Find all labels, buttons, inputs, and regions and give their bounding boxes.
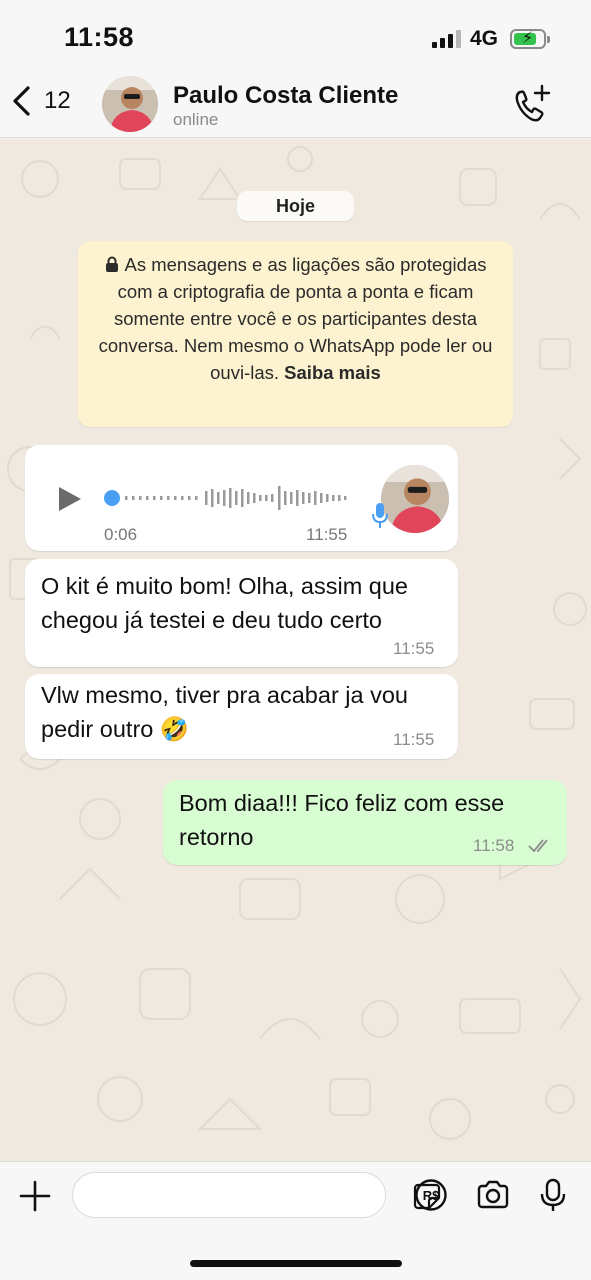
battery-icon: ⚡ xyxy=(510,29,550,49)
back-chevron-icon xyxy=(13,86,30,116)
message-time: 11:58 xyxy=(473,836,515,855)
camera-icon[interactable] xyxy=(476,1178,510,1212)
pix-icon[interactable]: R$ xyxy=(414,1178,448,1212)
lock-icon xyxy=(105,256,118,272)
chat-header: 12 Paulo Costa Cliente online xyxy=(0,70,591,138)
contact-status: online xyxy=(173,110,219,129)
message-time: 11:55 xyxy=(393,639,435,658)
sender-avatar xyxy=(381,465,449,533)
message-time: 11:55 xyxy=(306,525,348,544)
incoming-message[interactable]: Vlw mesmo, tiver pra acabar ja vou pedir… xyxy=(25,674,458,759)
audio-waveform[interactable] xyxy=(125,483,350,513)
home-indicator xyxy=(190,1260,402,1267)
message-time: 11:55 xyxy=(393,730,435,749)
learn-more-link[interactable]: Saiba mais xyxy=(284,362,381,383)
contact-name[interactable]: Paulo Costa Cliente xyxy=(173,82,398,110)
status-bar: 11:58 4G ⚡ xyxy=(0,0,591,70)
message-text: O kit é muito bom! Olha, assim que chego… xyxy=(41,573,409,633)
audio-progress-dot[interactable] xyxy=(104,490,120,506)
mic-icon xyxy=(372,503,388,528)
message-text: Bom diaa!!! Fico feliz com esse retorno xyxy=(179,790,505,850)
audio-message[interactable]: 0:06 11:55 xyxy=(25,445,458,551)
input-bar: R$ xyxy=(0,1161,591,1280)
contact-avatar[interactable] xyxy=(102,76,158,132)
mic-icon[interactable] xyxy=(536,1178,570,1212)
message-input[interactable] xyxy=(72,1172,441,1218)
status-time: 11:58 xyxy=(64,22,135,52)
outgoing-message[interactable]: Bom diaa!!! Fico feliz com esse retorno … xyxy=(163,780,567,865)
encryption-notice[interactable]: As mensagens e as ligações são protegida… xyxy=(78,241,513,427)
day-separator: Hoje xyxy=(237,191,354,221)
double-check-icon xyxy=(528,839,548,853)
play-icon[interactable] xyxy=(57,485,83,513)
unread-count: 12 xyxy=(44,87,71,114)
signal-icon xyxy=(432,30,462,48)
call-add-icon[interactable] xyxy=(512,84,552,124)
network-label: 4G xyxy=(470,27,499,50)
incoming-message[interactable]: O kit é muito bom! Olha, assim que chego… xyxy=(25,559,458,667)
message-text: Vlw mesmo, tiver pra acabar ja vou pedir… xyxy=(41,682,409,742)
svg-text:R$: R$ xyxy=(423,1188,440,1203)
audio-duration: 0:06 xyxy=(104,525,138,544)
back-button[interactable]: 12 xyxy=(10,84,71,118)
plus-icon[interactable] xyxy=(18,1179,52,1213)
chat-area[interactable]: Hoje As mensagens e as ligações são prot… xyxy=(0,139,591,1161)
